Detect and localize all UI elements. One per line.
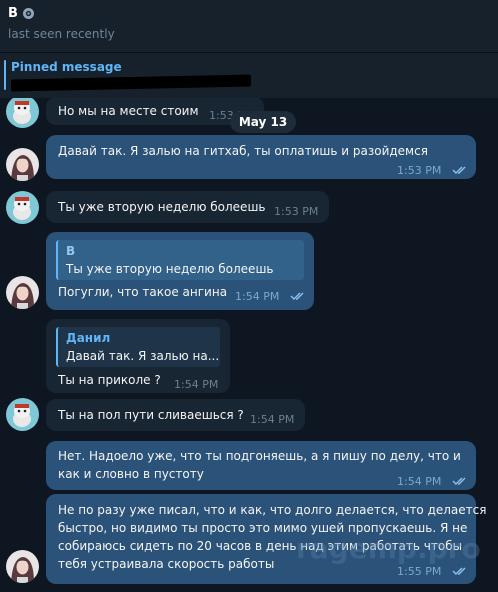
message-time: 1:53 PM (397, 164, 442, 177)
pinned-redacted-text (10, 74, 252, 92)
avatar-self[interactable] (6, 276, 39, 309)
double-check-icon (452, 166, 466, 174)
message-time: 1:55 PM (397, 565, 442, 578)
reply-text: Давай так. Я залью на... (66, 349, 220, 363)
message-text-line: как и словно в пустоту (58, 467, 204, 481)
message-text: Ты на пол пути сливаешься ? (58, 408, 244, 422)
reply-text: Ты уже вторую неделю болеешь (66, 262, 274, 276)
message-incoming[interactable]: Ты уже вторую неделю болеешь 1:53 PM (46, 191, 329, 223)
message-list[interactable]: Но мы на месте стоим 1:53 PM May 13 Дава… (0, 98, 498, 592)
double-check-icon (452, 567, 466, 575)
chat-name[interactable]: B (8, 6, 18, 21)
watermark: ragemp.pro (296, 532, 481, 565)
message-text: Но мы на месте стоим (58, 104, 199, 118)
message-text: Погугли, что такое ангина (58, 285, 228, 299)
reply-author: Данил (66, 331, 111, 345)
message-time: 1:54 PM (235, 290, 280, 303)
message-time: 1:53 PM (274, 205, 319, 218)
message-outgoing[interactable]: Нет. Надоело уже, что ты подгоняешь, а я… (46, 441, 476, 490)
avatar-self[interactable] (6, 148, 39, 181)
message-text-line: Нет. Надоело уже, что ты подгоняешь, а я… (58, 449, 461, 463)
status-icon (23, 8, 34, 19)
reply-author: B (66, 244, 76, 258)
message-text: Давай так. Я залью на гитхаб, ты оплатиш… (58, 144, 428, 158)
avatar-contact[interactable] (6, 191, 39, 224)
double-check-icon (452, 477, 466, 485)
message-text-line: Не по разу уже писал, что и как, что дол… (58, 503, 487, 517)
pinned-message-bar[interactable]: Pinned message (0, 52, 498, 98)
message-time: 1:54 PM (250, 413, 295, 426)
avatar-self[interactable] (6, 550, 39, 583)
avatar-contact[interactable] (6, 98, 39, 128)
message-time: 1:54 PM (174, 378, 219, 391)
message-outgoing[interactable]: B Ты уже вторую неделю болеешь Погугли, … (46, 232, 314, 310)
message-outgoing[interactable]: Давай так. Я залью на гитхаб, ты оплатиш… (46, 135, 476, 179)
avatar-contact[interactable] (6, 398, 39, 431)
message-incoming[interactable]: Ты на пол пути сливаешься ? 1:54 PM (46, 399, 305, 431)
reply-quote[interactable]: Данил Давай так. Я залью на... (56, 327, 220, 367)
pinned-title: Pinned message (11, 60, 122, 74)
chat-header[interactable]: B last seen recently (0, 0, 498, 52)
reply-quote[interactable]: B Ты уже вторую неделю болеешь (56, 240, 304, 280)
message-text: Ты уже вторую неделю болеешь (58, 200, 266, 214)
double-check-icon (290, 292, 304, 300)
message-text: Ты на приколе ? (58, 373, 161, 387)
pinned-accent-bar (4, 60, 6, 90)
message-time: 1:54 PM (397, 475, 442, 488)
message-text-line: тебя устраивала скорость работы (58, 557, 275, 571)
message-incoming[interactable]: Данил Давай так. Я залью на... Ты на при… (46, 319, 230, 393)
date-separator: May 13 (230, 111, 296, 133)
last-seen-status: last seen recently (8, 27, 115, 41)
